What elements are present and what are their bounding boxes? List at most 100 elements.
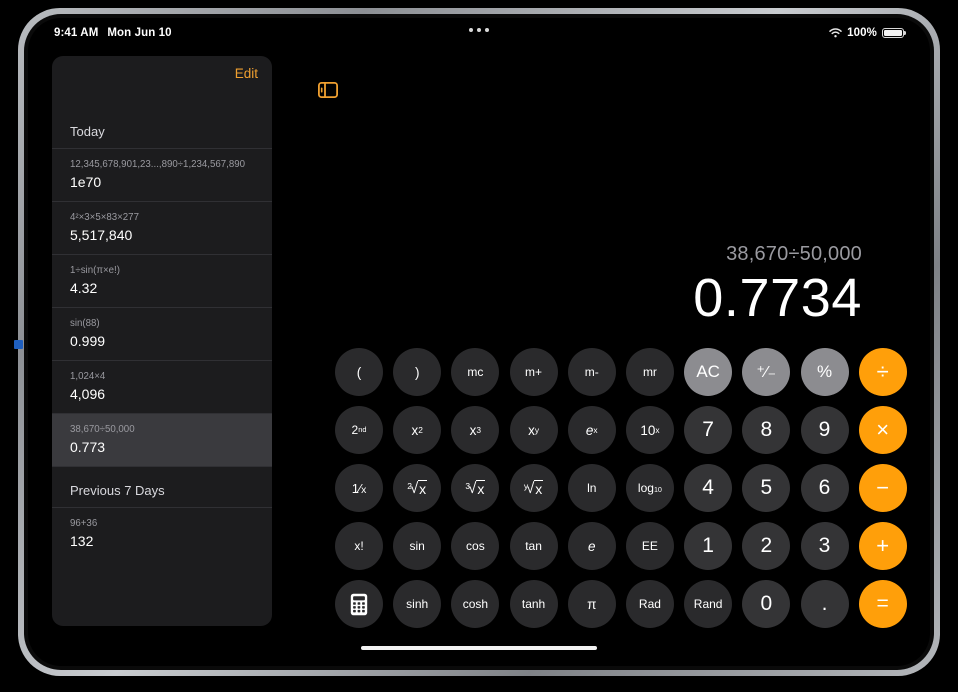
history-expression: sin(88) <box>70 318 100 329</box>
key-decimal-point[interactable]: . <box>800 580 849 628</box>
key-radians-toggle[interactable]: Rad <box>625 580 674 628</box>
history-sections: Today 12,345,678,901,23...,890÷1,234,567,… <box>52 118 272 560</box>
key-memory-subtract[interactable]: m- <box>567 348 616 396</box>
calculator-keypad: () mc m+ m-mr AC ⁺⁄₋% ÷ 2nd x 2 x 3 x y e x 10 x 7 8 9 × 1∕ x 2 √… <box>335 348 917 638</box>
key-digit-9[interactable]: 9 <box>800 406 849 454</box>
history-row[interactable]: 12,345,678,901,23...,890÷1,234,567,890 1e… <box>52 148 272 201</box>
history-expression: 4²×3×5×83×277 <box>70 212 139 223</box>
history-result: 0.999 <box>70 333 106 349</box>
status-bar-left: 9:41 AM Mon Jun 10 <box>54 27 172 39</box>
key-x-squared[interactable]: x2 <box>393 406 442 454</box>
home-indicator[interactable] <box>361 645 597 650</box>
key-pi[interactable]: π <box>567 580 616 628</box>
key-digit-4[interactable]: 4 <box>684 464 733 512</box>
key-memory-recall[interactable]: mr <box>625 348 674 396</box>
status-date: Mon Jun 10 <box>107 27 172 39</box>
history-sidebar: Edit Today 12,345,678,901,23...,890÷1,234… <box>52 56 272 626</box>
key-calculator-mode-icon[interactable] <box>335 580 383 628</box>
edit-button[interactable]: Edit <box>235 66 258 81</box>
key-digit-2[interactable]: 2 <box>742 522 791 570</box>
history-result: 5,517,840 <box>70 227 133 243</box>
key-hyperbolic-tangent[interactable]: tanh <box>509 580 558 628</box>
sidebar-toggle-icon[interactable] <box>317 81 339 103</box>
key-memory-clear[interactable]: mc <box>451 348 500 396</box>
key-square-root[interactable]: 2 √ x <box>393 464 442 512</box>
key-sine[interactable]: sin <box>393 522 442 570</box>
key-digit-3[interactable]: 3 <box>800 522 849 570</box>
device-bezel: 9:41 AM Mon Jun 10 100% Edit Today 12,34… <box>24 14 934 670</box>
dot <box>477 28 481 32</box>
key-natural-log[interactable]: ln <box>567 464 616 512</box>
key-ten-to-the-x[interactable]: 10 x <box>625 406 674 454</box>
key-cosine[interactable]: cos <box>451 522 500 570</box>
history-expression: 96+36 <box>70 518 98 529</box>
history-row[interactable]: sin(88) 0.999 <box>52 307 272 360</box>
key-digit-6[interactable]: 6 <box>800 464 849 512</box>
key-multiply[interactable]: × <box>858 406 907 454</box>
history-result: 132 <box>70 533 94 549</box>
battery-fill <box>884 29 902 37</box>
key-digit-7[interactable]: 7 <box>684 406 733 454</box>
key-percent[interactable]: % <box>800 348 849 396</box>
history-result: 4.32 <box>70 280 98 296</box>
status-time: 9:41 AM <box>54 27 99 39</box>
sidebar-header: Edit <box>52 56 272 118</box>
key-plus-minus[interactable]: ⁺⁄₋ <box>742 348 791 396</box>
history-section: Today 12,345,678,901,23...,890÷1,234,567,… <box>52 118 272 466</box>
key-second-function[interactable]: 2nd <box>335 406 383 454</box>
history-expression: 38,670÷50,000 <box>70 424 135 435</box>
key-digit-8[interactable]: 8 <box>742 406 791 454</box>
display-expression: 38,670÷50,000 <box>726 243 862 265</box>
key-hyperbolic-sine[interactable]: sinh <box>393 580 442 628</box>
dot <box>485 28 489 32</box>
key-log-base-10[interactable]: log 10 <box>625 464 674 512</box>
history-result: 4,096 <box>70 386 106 402</box>
battery-icon <box>882 27 904 39</box>
key-euler-constant[interactable]: e <box>567 522 616 570</box>
key-x-to-the-y[interactable]: xy <box>509 406 558 454</box>
key-digit-1[interactable]: 1 <box>684 522 733 570</box>
key-cube-root[interactable]: 3 √ x <box>451 464 500 512</box>
multitasking-dots-icon[interactable] <box>469 28 489 32</box>
history-row[interactable]: 1,024×4 4,096 <box>52 360 272 413</box>
key-tangent[interactable]: tan <box>509 522 558 570</box>
key-yth-root[interactable]: y √ x <box>509 464 558 512</box>
history-row[interactable]: 1÷sin(π×e!) 4.32 <box>52 254 272 307</box>
key-open-paren[interactable]: ( <box>335 348 383 396</box>
status-bar: 9:41 AM Mon Jun 10 100% <box>28 18 930 48</box>
dot <box>469 28 473 32</box>
history-row[interactable]: 38,670÷50,000 0.773 <box>52 413 272 466</box>
battery-percent: 100% <box>847 27 877 39</box>
key-reciprocal[interactable]: 1∕ x <box>335 464 383 512</box>
key-e-to-the-x[interactable]: ex <box>567 406 616 454</box>
history-result: 0.773 <box>70 439 106 455</box>
history-row[interactable]: 4²×3×5×83×277 5,517,840 <box>52 201 272 254</box>
key-subtract[interactable]: − <box>858 464 907 512</box>
screen-edge-marker <box>14 340 23 349</box>
key-digit-5[interactable]: 5 <box>742 464 791 512</box>
history-result: 1e70 <box>70 174 102 190</box>
ipad-device-frame: 9:41 AM Mon Jun 10 100% Edit Today 12,34… <box>18 8 940 676</box>
key-factorial[interactable]: x! <box>335 522 383 570</box>
key-digit-0[interactable]: 0 <box>742 580 791 628</box>
status-bar-right: 100% <box>829 27 904 40</box>
key-add[interactable]: + <box>858 522 907 570</box>
history-expression: 12,345,678,901,23...,890÷1,234,567,890 <box>70 159 246 170</box>
key-memory-add[interactable]: m+ <box>509 348 558 396</box>
history-expression: 1,024×4 <box>70 371 106 382</box>
display-result: 0.7734 <box>693 268 862 328</box>
calculator-display: 38,670÷50,000 0.7734 <box>693 243 862 327</box>
history-expression: 1÷sin(π×e!) <box>70 265 120 276</box>
key-divide[interactable]: ÷ <box>858 348 907 396</box>
key-exponent-entry[interactable]: EE <box>625 522 674 570</box>
key-random[interactable]: Rand <box>684 580 733 628</box>
key-close-paren[interactable]: ) <box>393 348 442 396</box>
key-equals[interactable]: = <box>858 580 907 628</box>
key-hyperbolic-cosine[interactable]: cosh <box>451 580 500 628</box>
history-section-header: Previous 7 Days <box>70 483 165 498</box>
key-x-cubed[interactable]: x3 <box>451 406 500 454</box>
history-section-header: Today <box>70 124 105 139</box>
history-row[interactable]: 96+36 132 <box>52 507 272 560</box>
wifi-icon <box>829 27 842 41</box>
key-all-clear[interactable]: AC <box>684 348 733 396</box>
